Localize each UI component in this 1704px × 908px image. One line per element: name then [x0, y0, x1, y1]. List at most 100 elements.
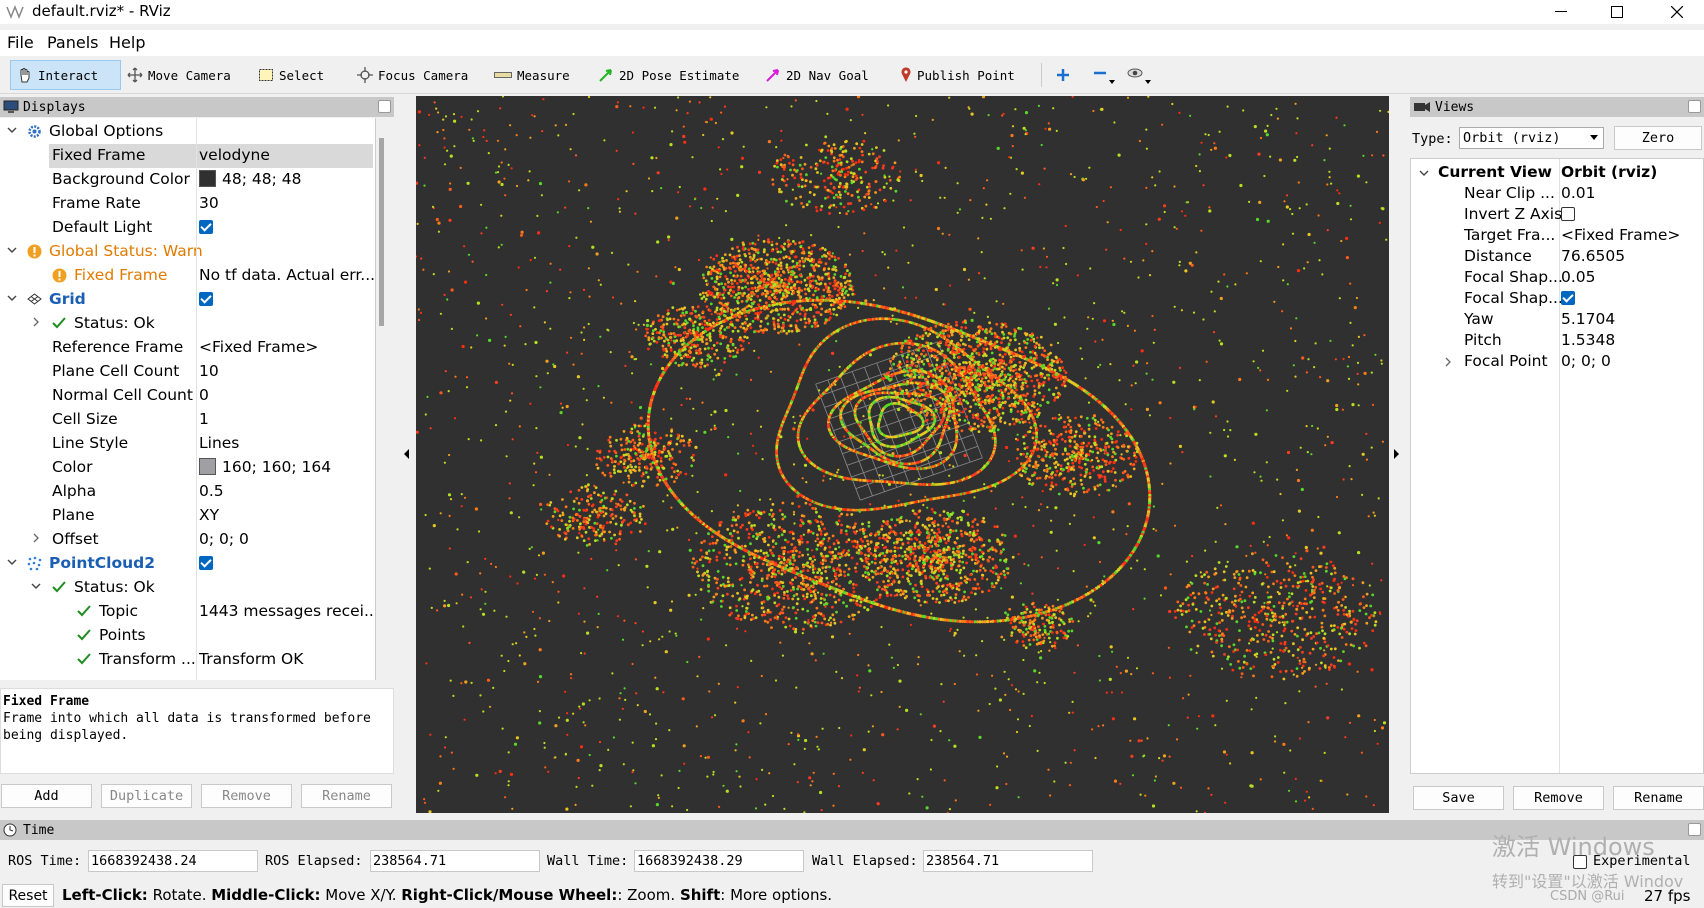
invert-z-checkbox[interactable] [1561, 205, 1575, 223]
tool-focus-camera[interactable]: Focus Camera [351, 60, 474, 90]
tree-value-color[interactable]: 48; 48; 48 [199, 170, 301, 188]
tree-row-offset[interactable]: Offset 0; 0; 0 [0, 528, 373, 552]
checkbox-checked[interactable] [199, 292, 213, 306]
chevron-down-icon[interactable] [6, 556, 18, 568]
chevron-down-icon[interactable] [6, 292, 18, 304]
tree-row-grid[interactable]: Grid [0, 288, 373, 312]
chevron-down-icon[interactable] [6, 124, 18, 136]
view-row-focal-shape-size[interactable]: Focal Shap... 0.05 [1410, 268, 1704, 289]
pointcloud-render[interactable] [416, 96, 1389, 813]
tree-row-reference-frame[interactable]: Reference Frame <Fixed Frame> [0, 336, 373, 360]
remove-tool-button[interactable] [1087, 60, 1121, 90]
focal-shape-checkbox[interactable] [1561, 289, 1575, 307]
tree-value[interactable]: <Fixed Frame> [199, 338, 318, 356]
tree-row-global-status[interactable]: Global Status: Warn [0, 240, 373, 264]
view-row-focal-point[interactable]: Focal Point 0; 0; 0 [1410, 352, 1704, 373]
checkbox-unchecked[interactable] [1561, 207, 1575, 221]
view-value[interactable]: 1.5348 [1561, 331, 1615, 349]
tree-value[interactable]: 0; 0; 0 [199, 530, 249, 548]
tree-row-cell-size[interactable]: Cell Size 1 [0, 408, 373, 432]
chevron-right-icon[interactable] [30, 532, 42, 544]
tree-row-plane-cell-count[interactable]: Plane Cell Count 10 [0, 360, 373, 384]
view-type-select[interactable]: Orbit (rviz) [1459, 127, 1604, 149]
checkbox-checked[interactable] [1561, 291, 1575, 305]
view-value[interactable]: <Fixed Frame> [1561, 226, 1680, 244]
wall-elapsed-field[interactable]: 238564.71 [923, 850, 1093, 872]
remove-display-button[interactable]: Remove [201, 784, 292, 808]
zero-view-button[interactable]: Zero [1614, 126, 1702, 150]
checkbox-checked[interactable] [199, 220, 213, 234]
maximize-button[interactable] [1592, 0, 1642, 24]
view-value[interactable]: 0.05 [1561, 268, 1596, 286]
menu-panels[interactable]: Panels [47, 33, 99, 52]
time-panel-float-button[interactable] [1688, 823, 1701, 836]
chevron-down-icon[interactable] [30, 580, 42, 592]
tool-publish-point[interactable]: Publish Point [894, 60, 1021, 90]
render-viewport[interactable] [416, 96, 1389, 813]
tree-value[interactable]: 30 [199, 194, 219, 212]
menu-file[interactable]: File [7, 33, 34, 52]
pointcloud-enabled-checkbox[interactable] [199, 554, 213, 572]
collapse-left-arrow-icon[interactable] [404, 449, 409, 459]
displays-tree[interactable]: Global Options Fixed Frame velodyne Back… [0, 118, 376, 680]
ros-elapsed-field[interactable]: 238564.71 [370, 850, 540, 872]
view-row-distance[interactable]: Distance 76.6505 [1410, 247, 1704, 268]
remove-view-button[interactable]: Remove [1513, 786, 1604, 810]
add-display-button[interactable]: Add [1, 784, 92, 808]
displays-panel-float-button[interactable] [378, 100, 391, 113]
tree-row-pointcloud2[interactable]: PointCloud2 [0, 552, 373, 576]
view-row-invert-z[interactable]: Invert Z Axis [1410, 205, 1704, 226]
tree-row-normal-cell-count[interactable]: Normal Cell Count 0 [0, 384, 373, 408]
chevron-down-icon[interactable] [6, 244, 18, 256]
chevron-down-icon[interactable] [1418, 167, 1430, 179]
tool-2d-pose-estimate[interactable]: 2D Pose Estimate [592, 60, 745, 90]
displays-scrollbar[interactable] [379, 138, 384, 326]
tree-row-background-color[interactable]: Background Color 48; 48; 48 [0, 168, 373, 192]
tree-row-default-light[interactable]: Default Light [0, 216, 373, 240]
view-row-pitch[interactable]: Pitch 1.5348 [1410, 331, 1704, 352]
chevron-right-icon[interactable] [1442, 356, 1454, 368]
tree-row-fixed-frame[interactable]: Fixed Frame velodyne [0, 144, 373, 168]
tree-value[interactable]: Lines [199, 434, 239, 452]
view-row-focal-shape-fixed[interactable]: Focal Shap... [1410, 289, 1704, 310]
tree-row-line-style[interactable]: Line Style Lines [0, 432, 373, 456]
tree-value-color[interactable]: 160; 160; 164 [199, 458, 331, 476]
tree-value[interactable]: 1 [199, 410, 209, 428]
view-value[interactable]: 76.6505 [1561, 247, 1625, 265]
tool-measure[interactable]: Measure [488, 60, 576, 90]
tree-row-points-status[interactable]: Points [0, 624, 373, 648]
tool-2d-nav-goal[interactable]: 2D Nav Goal [759, 60, 875, 90]
ros-time-field[interactable]: 1668392438.24 [88, 850, 258, 872]
tree-row-fixed-frame-status[interactable]: Fixed Frame No tf data. Actual err... [0, 264, 375, 288]
minimize-button[interactable] [1536, 0, 1586, 24]
collapse-right-arrow-icon[interactable] [1394, 449, 1399, 459]
rename-view-button[interactable]: Rename [1613, 786, 1704, 810]
tool-visibility-button[interactable] [1121, 60, 1157, 90]
tree-row-alpha[interactable]: Alpha 0.5 [0, 480, 373, 504]
tool-interact[interactable]: Interact [10, 60, 121, 90]
tree-value[interactable]: XY [199, 506, 219, 524]
tree-value[interactable]: velodyne [199, 146, 270, 164]
tree-value[interactable]: 0 [199, 386, 209, 404]
tree-row-topic-status[interactable]: Topic 1443 messages recei... [0, 600, 375, 624]
tree-row-grid-status[interactable]: Status: Ok [0, 312, 373, 336]
wall-time-field[interactable]: 1668392438.29 [634, 850, 804, 872]
menu-help[interactable]: Help [109, 33, 145, 52]
tree-value[interactable]: 0.5 [199, 482, 224, 500]
view-row-current-view[interactable]: Current View Orbit (rviz) [1410, 163, 1704, 184]
tree-row-transform-status[interactable]: Transform ... Transform OK [0, 648, 373, 672]
view-value[interactable]: 0; 0; 0 [1561, 352, 1611, 370]
view-value[interactable]: 0.01 [1561, 184, 1596, 202]
tree-row-global-options[interactable]: Global Options [0, 120, 373, 144]
rename-display-button[interactable]: Rename [301, 784, 392, 808]
tree-row-plane[interactable]: Plane XY [0, 504, 373, 528]
tool-move-camera[interactable]: Move Camera [121, 60, 237, 90]
view-row-target-frame[interactable]: Target Fra... <Fixed Frame> [1410, 226, 1704, 247]
view-row-near-clip[interactable]: Near Clip ... 0.01 [1410, 184, 1704, 205]
views-panel-float-button[interactable] [1688, 100, 1701, 113]
close-button[interactable] [1652, 0, 1702, 24]
tree-value[interactable]: 10 [199, 362, 219, 380]
default-light-checkbox[interactable] [199, 218, 213, 236]
tree-row-pointcloud-status[interactable]: Status: Ok [0, 576, 373, 600]
add-tool-button[interactable] [1050, 60, 1076, 90]
